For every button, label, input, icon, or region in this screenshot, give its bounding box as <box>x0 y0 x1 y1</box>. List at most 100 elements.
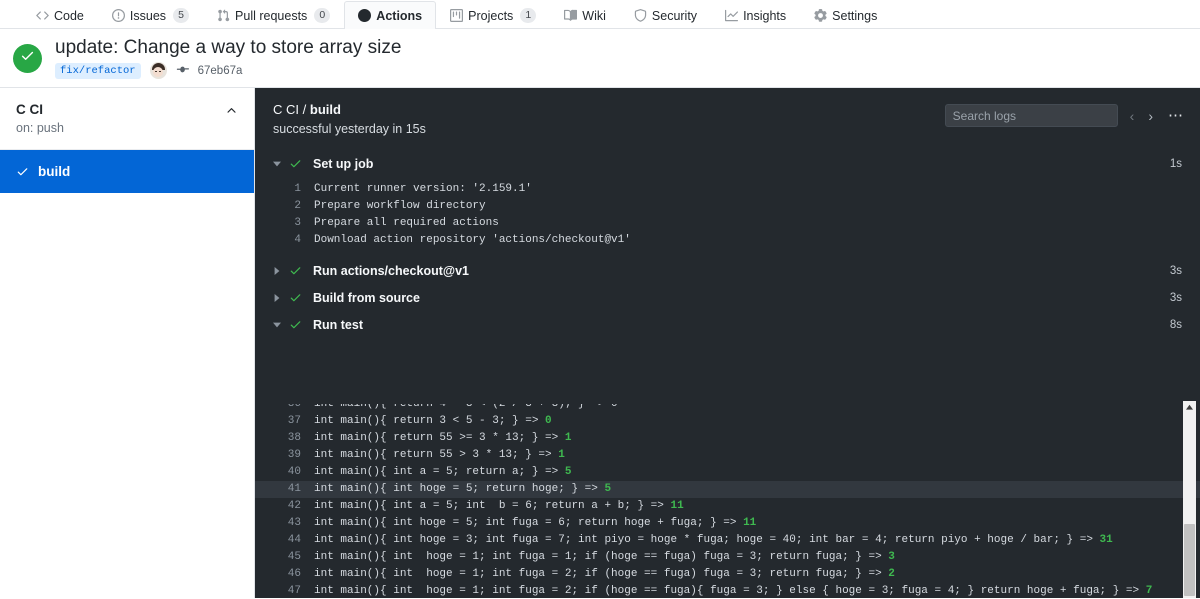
tab-actions[interactable]: Actions <box>344 1 437 29</box>
log-line-text: int main(){ int hoge = 1; int fuga = 2; … <box>314 568 889 580</box>
tab-code[interactable]: Code <box>22 1 98 29</box>
workflow-trigger: on: push <box>16 121 64 135</box>
tab-insights[interactable]: Insights <box>711 1 800 29</box>
log-line-number: 3 <box>294 217 301 229</box>
check-icon <box>289 318 313 331</box>
log-line-number: 42 <box>287 500 301 512</box>
log-line-number: 39 <box>287 449 301 461</box>
log-line-number: 47 <box>287 585 301 597</box>
scroll-up-icon[interactable] <box>1183 401 1196 414</box>
step-duration: 8s <box>1169 318 1182 331</box>
step-name: Set up job <box>313 156 374 171</box>
test-output-log[interactable]: 36 int main(){ return 4 - 3 < (2 / 3 + 3… <box>255 404 1200 598</box>
commit-sha[interactable]: 67eb67a <box>198 65 243 77</box>
chevron-up-icon[interactable] <box>225 101 238 117</box>
log-line: 4 Download action repository 'actions/ch… <box>255 232 1200 249</box>
breadcrumb-workflow[interactable]: C CI <box>273 102 299 117</box>
step-name: Run actions/checkout@v1 <box>313 263 469 278</box>
graph-icon <box>725 9 739 22</box>
log-line-text: Current runner version: '2.159.1' <box>314 183 532 195</box>
log-line: 1 Current runner version: '2.159.1' <box>255 181 1200 198</box>
kebab-horizontal-icon[interactable]: ⋯ <box>1165 108 1184 123</box>
step-log-lines-set-up-job: 1 Current runner version: '2.159.1' 2 Pr… <box>255 177 1200 257</box>
workflow-summary[interactable]: C CI on: push <box>0 88 254 150</box>
run-meta: update: Change a way to store array size… <box>55 37 401 79</box>
log-line-text: int main(){ return 55 > 3 * 13; } => <box>314 449 559 461</box>
caret-right-icon[interactable] <box>273 266 289 275</box>
chevron-right-icon[interactable]: › <box>1146 109 1155 123</box>
job-status-text: successful yesterday in 15s <box>273 122 426 136</box>
log-line-text: int main(){ return 4 - 3 < (2 / 3 + 3); … <box>314 404 618 410</box>
log-line-number: 36 <box>287 404 301 410</box>
log-line-text: int main(){ int hoge = 3; int fuga = 7; … <box>314 534 1100 546</box>
log-line-text: int main(){ return 55 >= 3 * 13; } => <box>314 432 565 444</box>
step-row-run-actions-checkout[interactable]: Run actions/checkout@v1 3s <box>255 257 1200 284</box>
log-line: 38 int main(){ return 55 >= 3 * 13; } => … <box>255 430 1200 447</box>
step-name: Build from source <box>313 290 420 305</box>
log-line-result: 0 <box>545 415 552 427</box>
check-icon <box>289 264 313 277</box>
log-line-result: 11 <box>743 517 757 529</box>
log-line-text: Prepare all required actions <box>314 217 499 229</box>
log-line: 43 int main(){ int hoge = 5; int fuga = 6… <box>255 515 1200 532</box>
sidebar-item-build[interactable]: build <box>0 150 254 193</box>
log-line-result: 7 <box>1145 585 1153 597</box>
log-line: 37 int main(){ return 3 < 5 - 3; } => 0 <box>255 413 1200 430</box>
chevron-left-icon[interactable]: ‹ <box>1128 109 1137 123</box>
search-input[interactable] <box>944 104 1118 127</box>
log-line-result: 2 <box>888 568 895 580</box>
log-line-number: 40 <box>287 466 301 478</box>
tab-issues-count: 5 <box>173 8 190 23</box>
tab-issues[interactable]: Issues 5 <box>98 1 203 29</box>
run-header: update: Change a way to store array size… <box>0 29 1200 88</box>
logs-pane: C CI / build successful yesterday in 15s… <box>255 88 1200 598</box>
tab-code-label: Code <box>54 8 84 23</box>
log-line-text: int main(){ int hoge = 1; int fuga = 2; … <box>314 585 1146 597</box>
log-line-text: Download action repository 'actions/chec… <box>314 234 631 246</box>
log-line-text: int main(){ int a = 5; int b = 6; return… <box>314 500 671 512</box>
logs-scrollbar[interactable] <box>1183 401 1196 598</box>
tab-pull-requests[interactable]: Pull requests 0 <box>203 1 344 29</box>
log-line: 41 int main(){ int hoge = 5; return hoge;… <box>255 481 1200 498</box>
tab-projects[interactable]: Projects 1 <box>436 1 550 29</box>
log-line: 47 int main(){ int hoge = 1; int fuga = 2… <box>255 583 1200 598</box>
logs-header: C CI / build successful yesterday in 15s… <box>255 88 1200 150</box>
log-line-number: 41 <box>287 483 301 495</box>
caret-down-icon[interactable] <box>273 321 289 329</box>
tab-pull-requests-count: 0 <box>314 8 331 23</box>
step-row-run-test[interactable]: Run test 8s <box>255 311 1200 338</box>
play-icon <box>358 9 372 22</box>
breadcrumb-separator: / <box>302 102 307 117</box>
log-line-number: 46 <box>287 568 301 580</box>
log-line-number: 43 <box>287 517 301 529</box>
log-line-text: Prepare workflow directory <box>314 200 486 212</box>
log-line-result: 1 <box>558 449 565 461</box>
project-icon <box>450 9 464 22</box>
step-duration: 3s <box>1169 264 1182 277</box>
log-line-result: 5 <box>564 466 572 478</box>
log-line-text: int main(){ return 3 < 5 - 3; } => <box>314 415 546 427</box>
caret-down-icon[interactable] <box>273 160 289 168</box>
tab-settings[interactable]: Settings <box>800 1 891 29</box>
log-line-text: int main(){ int a = 5; return a; } => <box>314 466 565 478</box>
log-line-number: 1 <box>294 183 301 195</box>
tab-security-label: Security <box>651 8 698 23</box>
branch-badge[interactable]: fix/refactor <box>55 62 141 79</box>
tab-settings-label: Settings <box>832 8 878 23</box>
tab-wiki[interactable]: Wiki <box>550 1 620 29</box>
tab-security[interactable]: Security <box>620 1 711 29</box>
log-line: 44 int main(){ int hoge = 3; int fuga = 7… <box>255 532 1200 549</box>
scrollbar-thumb[interactable] <box>1184 524 1195 596</box>
check-icon <box>16 165 29 178</box>
step-name: Run test <box>313 317 363 332</box>
check-icon <box>20 48 35 68</box>
workflow-sidebar: C CI on: push build <box>0 88 255 598</box>
code-icon <box>36 9 49 22</box>
step-row-build-from-source[interactable]: Build from source 3s <box>255 284 1200 311</box>
log-line-number: 37 <box>287 415 301 427</box>
log-line: 45 int main(){ int hoge = 1; int fuga = 1… <box>255 549 1200 566</box>
step-duration: 3s <box>1169 291 1182 304</box>
caret-right-icon[interactable] <box>273 293 289 302</box>
log-line-text: int main(){ int hoge = 5; return hoge; }… <box>314 483 605 495</box>
step-row-set-up-job[interactable]: Set up job 1s <box>255 150 1200 177</box>
